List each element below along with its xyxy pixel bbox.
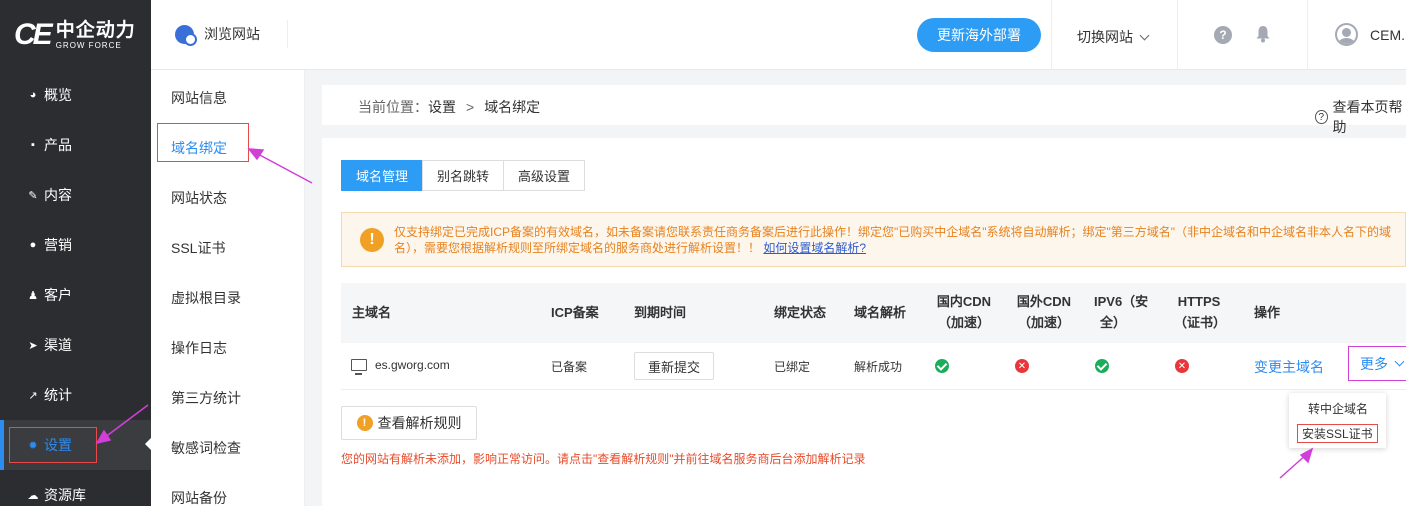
sidebar-item-stats[interactable]: ↗ 统计 — [0, 370, 151, 420]
users-icon: ♟ — [28, 289, 38, 302]
table-header: 主域名 ICP备案 到期时间 绑定状态 域名解析 国内CDN （加速） 国外CD… — [341, 283, 1406, 343]
column-header-resolve: 域名解析 — [854, 305, 907, 320]
divider — [1307, 0, 1308, 70]
monitor-icon — [351, 359, 367, 375]
submenu-item-site-info[interactable]: 网站信息 — [171, 88, 227, 108]
column-header-ipv6: IPV6（安 全） — [1094, 294, 1149, 330]
chat-icon: ● — [29, 239, 37, 251]
dns-warning-text: 您的网站有解析未添加，影响正常访问。请点击"查看解析规则"并前往域名服务商后台添… — [341, 452, 866, 466]
divider — [1051, 0, 1052, 70]
info-icon: ! — [356, 415, 373, 431]
question-icon: ? — [1315, 110, 1328, 124]
column-header-icp: ICP备案 — [551, 305, 599, 320]
column-header-domain: 主域名 — [352, 305, 392, 320]
settings-highlight-box — [9, 427, 97, 463]
tab-bar: 域名管理 别名跳转 高级设置 — [341, 160, 586, 191]
menu-item-install-ssl[interactable]: 安装SSL证书 — [1297, 424, 1378, 443]
tab-advanced-settings[interactable]: 高级设置 — [503, 160, 586, 191]
submenu-item-op-log[interactable]: 操作日志 — [171, 338, 227, 358]
globe-icon — [175, 24, 197, 46]
check-icon — [1095, 359, 1109, 373]
brand-logo[interactable]: CE 中企动力 GROW FORCE — [0, 0, 151, 70]
submenu-item-ssl[interactable]: SSL证书 — [171, 238, 225, 258]
tab-alias-redirect[interactable]: 别名跳转 — [422, 160, 505, 191]
submenu-item-third-party-stats[interactable]: 第三方统计 — [171, 388, 241, 408]
menu-item-transfer-domain[interactable]: 转中企域名 — [1308, 400, 1368, 417]
cloud-icon: ☁ — [27, 489, 39, 502]
dns-setup-help-link[interactable]: 如何设置域名解析? — [763, 241, 866, 255]
column-header-expire: 到期时间 — [634, 305, 687, 320]
more-actions-dropdown[interactable]: 更多 — [1348, 346, 1406, 381]
sidebar-item-marketing[interactable]: ● 营销 — [0, 220, 151, 270]
view-dns-rules-button[interactable]: ! 查看解析规则 — [341, 406, 477, 440]
domain-binding-highlight-box — [157, 123, 249, 162]
column-header-actions: 操作 — [1254, 305, 1281, 320]
breadcrumb-bar: 当前位置：设置 > 域名绑定 ? 查看本页帮助 — [322, 85, 1406, 135]
sidebar-item-customers[interactable]: ♟ 客户 — [0, 270, 151, 320]
chart-icon: ↗ — [28, 389, 38, 402]
domain-panel: 域名管理 别名跳转 高级设置 ! 仅支持绑定已完成ICP备案的有效域名，如未备案… — [322, 138, 1406, 506]
check-icon — [935, 359, 949, 373]
sidebar-item-resources[interactable]: ☁ 资源库 — [0, 470, 151, 506]
divider — [1177, 0, 1178, 70]
sidebar-item-channels[interactable]: ➤ 渠道 — [0, 320, 151, 370]
bell-icon[interactable] — [1256, 25, 1270, 43]
icp-cell: 已备案 — [551, 360, 588, 374]
user-name[interactable]: CEM. — [1370, 27, 1405, 43]
send-icon: ➤ — [28, 339, 38, 352]
brand-name-en: GROW FORCE — [55, 40, 122, 50]
error-icon: ✕ — [1175, 359, 1189, 373]
update-overseas-deploy-button[interactable]: 更新海外部署 — [917, 18, 1041, 52]
logo-mark: CE — [14, 18, 53, 51]
chevron-down-icon — [1139, 30, 1150, 40]
column-header-https: HTTPS （证书） — [1174, 294, 1227, 330]
breadcrumb-current: 域名绑定 — [484, 99, 541, 115]
resolve-cell: 解析成功 — [854, 360, 903, 374]
chevron-down-icon — [1394, 356, 1405, 367]
breadcrumb: 当前位置：设置 > 域名绑定 — [358, 99, 541, 115]
icp-notice: ! 仅支持绑定已完成ICP备案的有效域名，如未备案请您联系责任商务备案后进行此操… — [341, 212, 1406, 267]
avatar[interactable] — [1335, 23, 1358, 46]
sidebar-item-products[interactable]: ▪ 产品 — [0, 120, 151, 170]
resubmit-button[interactable]: 重新提交 — [634, 352, 714, 380]
breadcrumb-parent[interactable]: 设置 — [428, 99, 456, 115]
switch-site-dropdown[interactable]: 切换网站 — [1077, 27, 1150, 47]
submenu-item-backup[interactable]: 网站备份 — [171, 488, 227, 506]
submenu-item-site-status[interactable]: 网站状态 — [171, 188, 227, 208]
help-icon[interactable]: ? — [1214, 26, 1232, 44]
submenu-item-sensitive-words[interactable]: 敏感词检查 — [171, 438, 241, 458]
settings-submenu: 网站信息 域名绑定 网站状态 SSL证书 虚拟根目录 操作日志 第三方统计 敏感… — [151, 70, 305, 506]
notice-text: 仅支持绑定已完成ICP备案的有效域名，如未备案请您联系责任商务备案后进行此操作！… — [394, 225, 1392, 255]
main-sidebar: CE 中企动力 GROW FORCE ◕ 概览 ▪ 产品 ✎ 内容 ● 营销 ♟… — [0, 0, 151, 506]
sidebar-item-content[interactable]: ✎ 内容 — [0, 170, 151, 220]
page-help-link[interactable]: ? 查看本页帮助 — [1315, 97, 1406, 137]
warning-icon: ! — [360, 228, 384, 252]
column-header-cdn-overseas: 国外CDN （加速） — [1016, 294, 1072, 330]
edit-icon: ✎ — [28, 189, 38, 202]
domain-cell: es.gworg.com — [375, 358, 450, 372]
dashboard-icon: ◕ — [29, 89, 37, 101]
divider — [287, 20, 288, 48]
browse-site-button[interactable]: 浏览网站 — [175, 24, 260, 46]
column-header-bind-status: 绑定状态 — [774, 305, 827, 320]
top-header: 浏览网站 更新海外部署 切换网站 ? CEM. — [151, 0, 1406, 70]
box-icon: ▪ — [31, 139, 35, 151]
table-row: es.gworg.com 已备案 重新提交 已绑定 解析成功 ✕ ✕ 变更主域名… — [341, 343, 1406, 390]
error-icon: ✕ — [1015, 359, 1029, 373]
sidebar-item-overview[interactable]: ◕ 概览 — [0, 70, 151, 120]
submenu-item-virtual-root[interactable]: 虚拟根目录 — [171, 288, 241, 308]
change-main-domain-link[interactable]: 变更主域名 — [1254, 357, 1324, 377]
bind-status-cell: 已绑定 — [774, 360, 811, 374]
more-actions-menu: 转中企域名 安装SSL证书 — [1289, 393, 1386, 448]
tab-domain-management[interactable]: 域名管理 — [341, 160, 424, 191]
brand-name: 中企动力 — [55, 19, 136, 41]
column-header-cdn-domestic: 国内CDN （加速） — [936, 294, 992, 330]
